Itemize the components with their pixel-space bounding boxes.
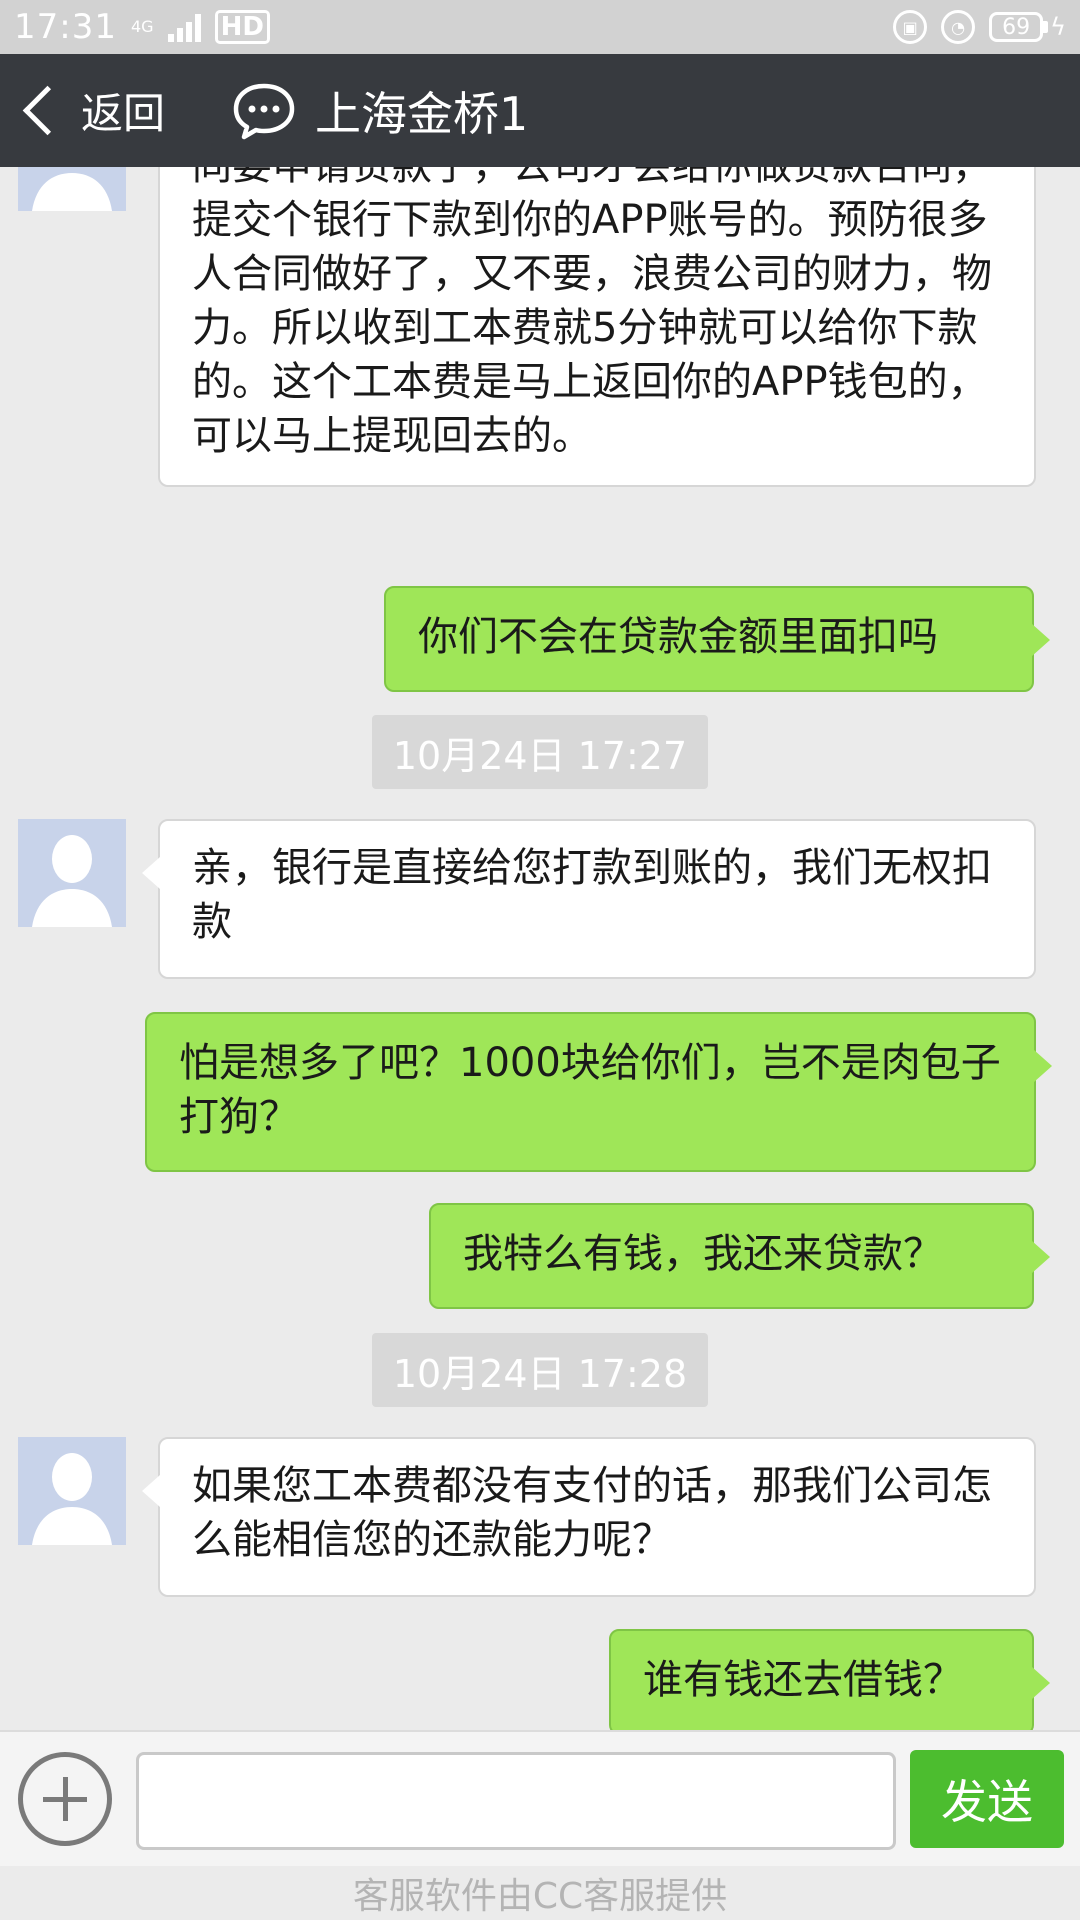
- message-sent: 我特么有钱，我还来贷款？: [429, 1203, 1050, 1309]
- network-type: 4G: [130, 17, 154, 36]
- message-text: 如果您工本费都没有支付的话，那我们公司怎么能相信您的还款能力呢？: [192, 1463, 992, 1563]
- message-sent: 怕是想多了吧？1000块给你们，岂不是肉包子打狗？: [145, 1012, 1052, 1172]
- status-time: 17:31: [14, 7, 117, 47]
- message-received: 如果您工本费都没有支付的话，那我们公司怎么能相信您的还款能力呢？: [142, 1437, 1036, 1597]
- signal-icon: [167, 12, 201, 42]
- back-button[interactable]: 返回: [18, 80, 165, 141]
- message-text: 我特么有钱，我还来贷款？: [463, 1231, 943, 1277]
- input-bar: 发送: [0, 1730, 1080, 1866]
- message-received: 同要申请贷款了，公司才会给你做贷款合同，提交个银行下款到你的APP账号的。预防很…: [158, 167, 1036, 487]
- timestamp: 10月24日 17:28: [372, 1333, 708, 1407]
- alarm-icon: ◔: [941, 10, 976, 44]
- avatar: [18, 167, 126, 211]
- charging-icon: ϟ: [1050, 13, 1066, 41]
- send-button[interactable]: 发送: [910, 1750, 1064, 1848]
- add-attachment-button[interactable]: [18, 1752, 112, 1846]
- message-list[interactable]: 同要申请贷款了，公司才会给你做贷款合同，提交个银行下款到你的APP账号的。预防很…: [0, 167, 1080, 1730]
- message-text: 怕是想多了吧？1000块给你们，岂不是肉包子打狗？: [179, 1040, 1001, 1140]
- chat-header: 返回 上海金桥1: [0, 54, 1080, 167]
- battery-icon: 69 ϟ: [989, 12, 1066, 42]
- status-bar: 17:31 4G HD ▣ ◔ 69 ϟ: [0, 0, 1080, 54]
- battery-level: 69: [989, 12, 1044, 42]
- timestamp: 10月24日 17:27: [372, 715, 708, 789]
- avatar: [18, 819, 126, 927]
- message-text: 亲，银行是直接给您打款到账的，我们无权扣款: [192, 845, 992, 945]
- footer-credit: 客服软件由CC客服提供: [0, 1866, 1080, 1920]
- message-input[interactable]: [136, 1752, 896, 1850]
- lock-rotation-icon: ▣: [893, 10, 928, 44]
- message-received: 亲，银行是直接给您打款到账的，我们无权扣款: [142, 819, 1036, 979]
- hd-icon: HD: [214, 10, 270, 44]
- chat-title: 上海金桥1: [315, 86, 529, 141]
- message-text: 谁有钱还去借钱？: [643, 1657, 963, 1703]
- chevron-left-icon: [22, 85, 73, 136]
- message-text: 同要申请贷款了，公司才会给你做贷款合同，提交个银行下款到你的APP账号的。预防很…: [192, 167, 992, 459]
- message-sent: 你们不会在贷款金额里面扣吗: [384, 586, 1050, 692]
- default-avatar-icon: [18, 167, 126, 211]
- back-label: 返回: [81, 89, 166, 138]
- message-sent: 谁有钱还去借钱？: [609, 1629, 1050, 1730]
- avatar: [18, 1437, 126, 1545]
- message-text: 你们不会在贷款金额里面扣吗: [418, 614, 938, 660]
- default-avatar-icon: [18, 1437, 126, 1545]
- default-avatar-icon: [18, 819, 126, 927]
- chat-bubble-icon: [233, 83, 295, 139]
